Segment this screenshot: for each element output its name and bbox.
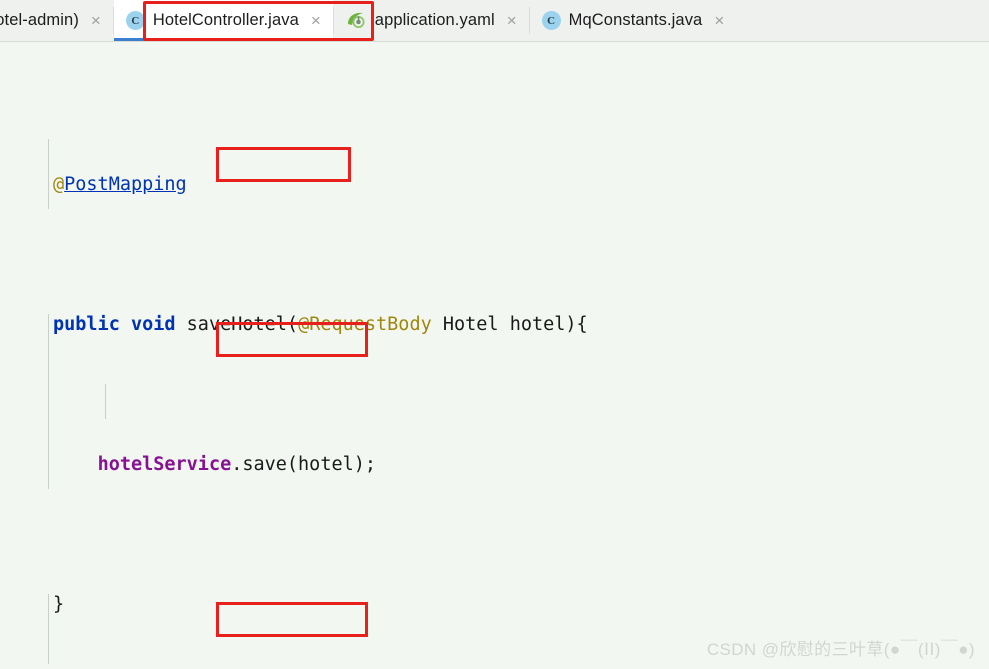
tab-mqconstants-java[interactable]: C MqConstants.java × — [530, 0, 737, 41]
ide-editor-window: hotel-admin) × C HotelController.java × … — [0, 0, 989, 669]
annotation-postmapping: PostMapping — [64, 174, 187, 195]
editor-tab-bar: hotel-admin) × C HotelController.java × … — [0, 0, 989, 42]
field-hotelservice: hotelService — [97, 454, 232, 475]
tab-hotel-admin[interactable]: hotel-admin) × — [0, 0, 113, 41]
code-line: hotelService.save(hotel); — [0, 447, 989, 482]
source-code: @PostMapping public void saveHotel(@Requ… — [0, 42, 989, 669]
code-line: public void saveHotel(@RequestBody Hotel… — [0, 307, 989, 342]
annotation-at: @ — [298, 314, 310, 335]
tab-hotelcontroller-java[interactable]: C HotelController.java × — [113, 0, 333, 41]
close-brace: } — [53, 594, 65, 615]
tab-label: MqConstants.java — [568, 11, 703, 29]
close-icon[interactable]: × — [712, 12, 726, 29]
code-editor-area[interactable]: @PostMapping public void saveHotel(@Requ… — [0, 42, 989, 669]
param-hotel: hotel — [509, 314, 566, 335]
method-name-savehotel: saveHotel — [186, 314, 287, 335]
tab-label: hotel-admin) — [0, 11, 79, 29]
tab-application-yaml[interactable]: application.yaml × — [334, 0, 529, 41]
java-class-icon: C — [541, 11, 561, 30]
tab-label: application.yaml — [374, 11, 495, 29]
close-icon[interactable]: × — [89, 12, 103, 29]
annotation-requestbody: RequestBody — [309, 314, 432, 335]
call-save: .save(hotel); — [231, 454, 377, 475]
paren-brace: ){ — [565, 314, 588, 335]
keyword-public: public — [53, 314, 120, 335]
close-icon[interactable]: × — [505, 12, 519, 29]
type-hotel: Hotel — [442, 314, 499, 335]
paren: ( — [286, 314, 299, 335]
close-icon[interactable]: × — [309, 12, 323, 29]
spring-leaf-icon — [346, 11, 367, 30]
annotation-at: @ — [53, 174, 65, 195]
code-line: @PostMapping — [0, 167, 989, 202]
csdn-watermark: CSDN @欣慰的三叶草(●￣(ⅠⅠ)￣●) — [706, 640, 975, 659]
code-line: } — [0, 587, 989, 622]
keyword-void: void — [130, 314, 176, 335]
java-class-icon: C — [125, 11, 145, 30]
tab-label: HotelController.java — [152, 11, 299, 29]
